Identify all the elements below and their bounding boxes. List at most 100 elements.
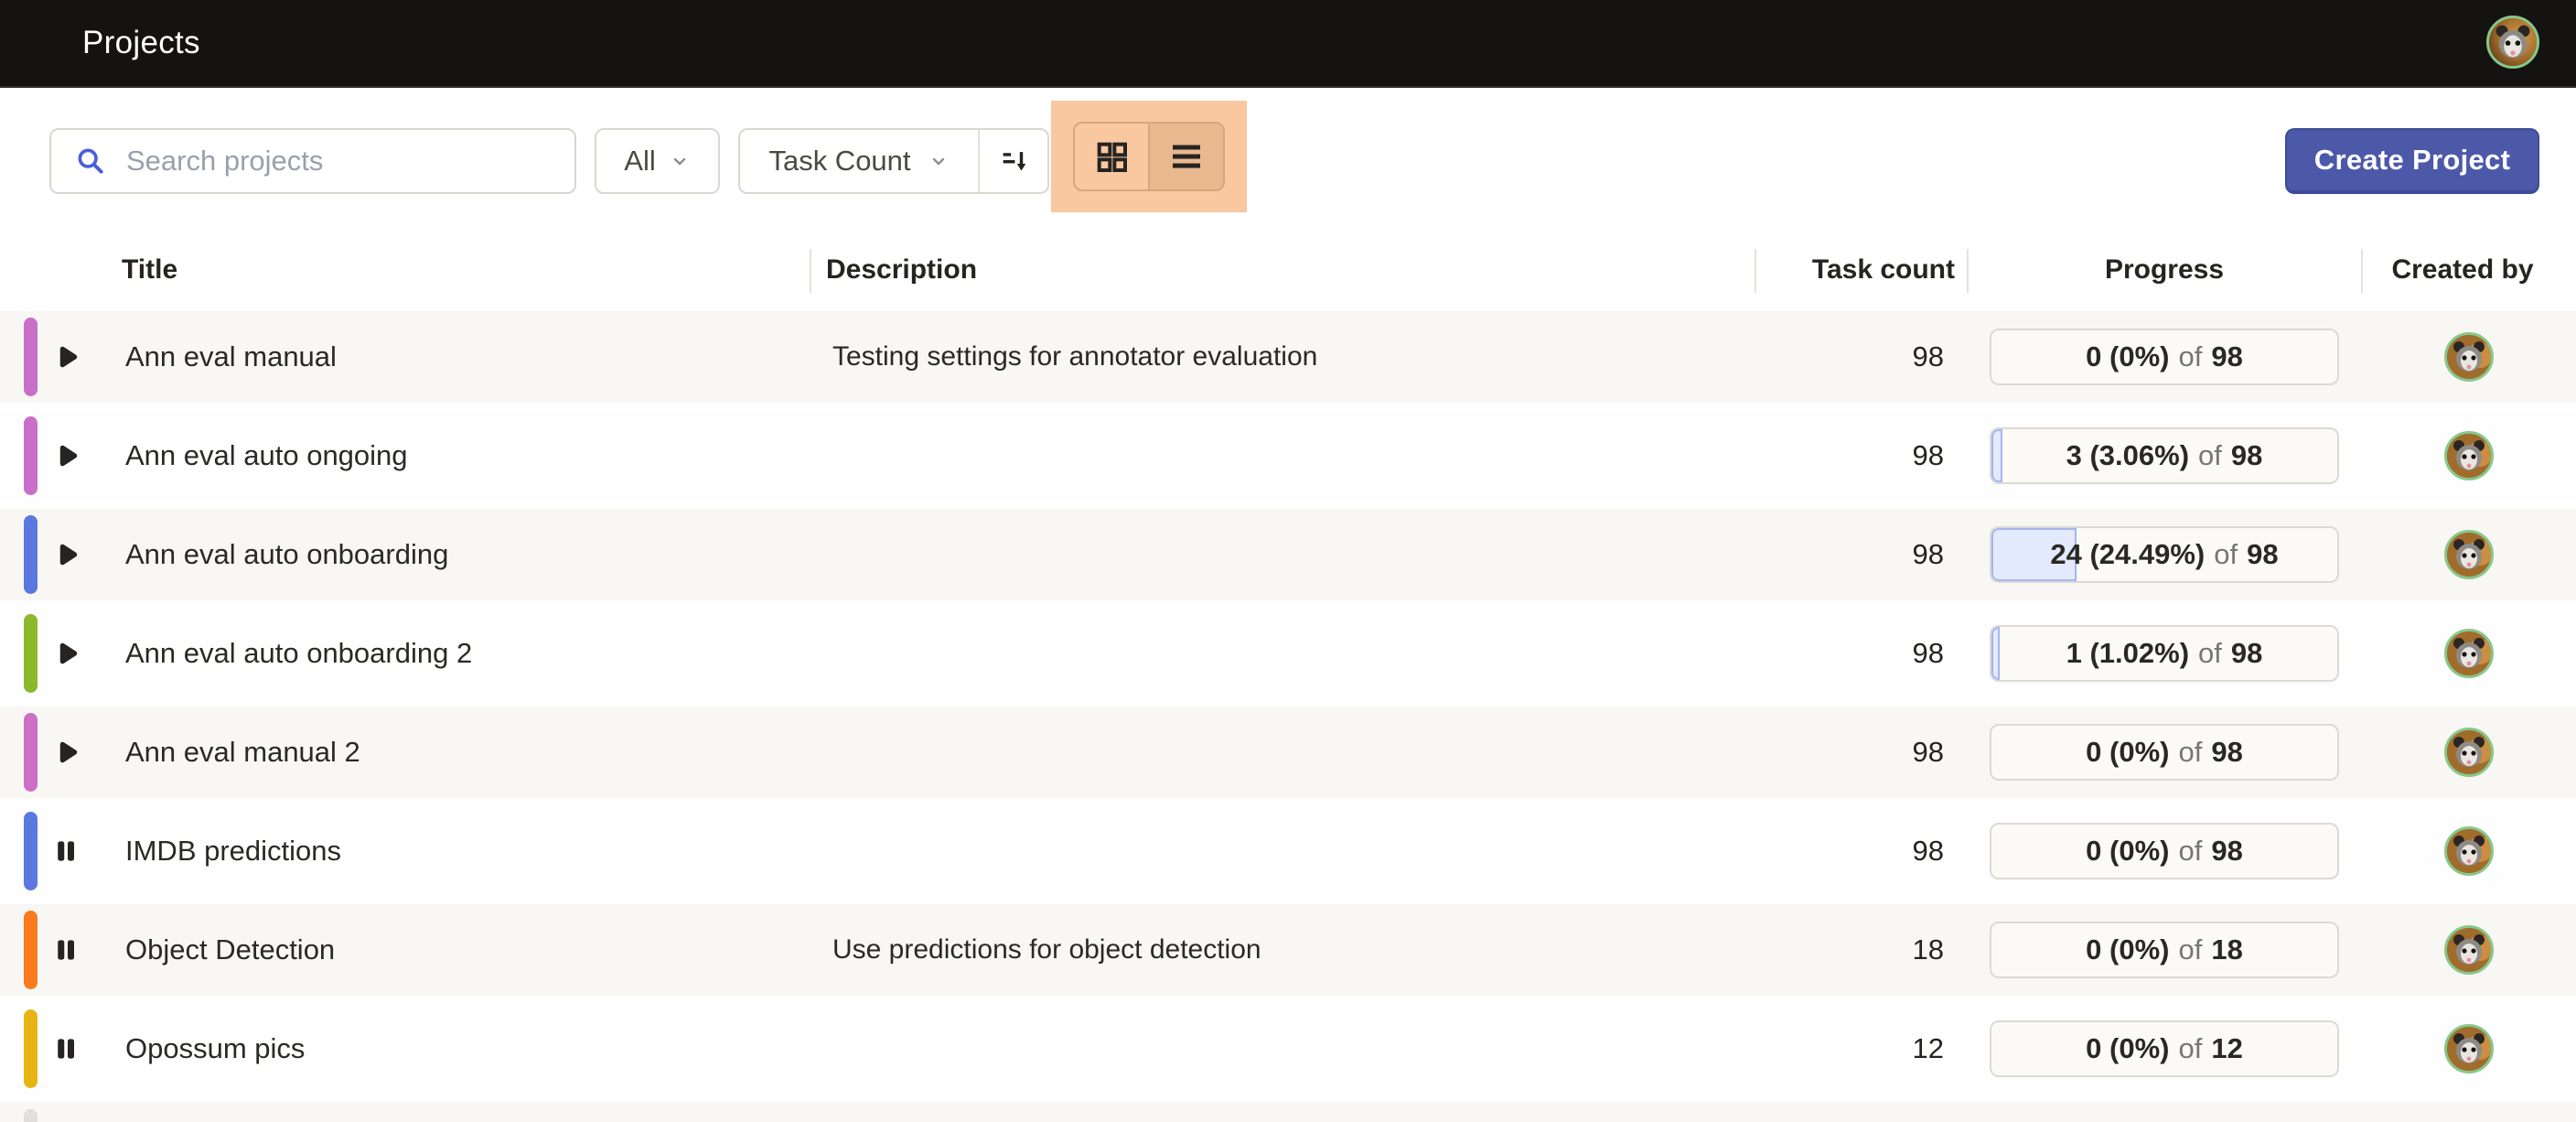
progress-text: 0 (0%) of 98	[1991, 825, 2337, 878]
creator-avatar[interactable]	[2444, 925, 2494, 975]
creator-avatar[interactable]	[2444, 826, 2494, 876]
play-icon	[52, 343, 80, 371]
progress-total: 98	[2211, 736, 2242, 769]
project-row-card: Opossum pics 12 0 (0%) of 12	[0, 1003, 2576, 1095]
creator-avatar[interactable]	[2444, 332, 2494, 382]
progress-done: 0 (0%)	[2086, 736, 2169, 769]
task-count-value: 98	[1816, 736, 1944, 769]
grid-view-button[interactable]	[1075, 124, 1148, 189]
progress-text: 1 (1.02%) of 98	[1991, 627, 2337, 680]
topbar: Projects	[0, 0, 2576, 88]
search-input[interactable]	[126, 145, 556, 178]
task-count-value: 12	[1816, 1032, 1944, 1065]
project-title[interactable]: Ann eval manual	[125, 340, 337, 373]
creator-avatar[interactable]	[2444, 629, 2494, 678]
play-icon	[52, 442, 80, 469]
project-status	[46, 608, 86, 699]
search-icon	[75, 146, 106, 177]
creator-avatar[interactable]	[2444, 728, 2494, 777]
project-title[interactable]: IMDB predictions	[125, 835, 341, 868]
creator-avatar[interactable]	[2444, 1024, 2494, 1073]
progress-text: 0 (0%) of 98	[1991, 330, 2337, 383]
project-status	[46, 311, 86, 403]
column-divider	[810, 249, 811, 293]
progress-pill: 0 (0%) of 98	[1990, 823, 2339, 879]
project-status	[46, 707, 86, 798]
project-row[interactable]: Ann eval manual 2 98 0 (0%) of 98	[0, 703, 2576, 802]
opossum-avatar-image	[2447, 533, 2491, 577]
projects-page: Projects All	[0, 0, 2576, 1122]
project-color-bar	[24, 812, 38, 890]
sort-descending-icon	[998, 146, 1029, 177]
progress-text: 24 (24.49%) of 98	[1991, 528, 2337, 581]
create-project-button[interactable]: Create Project	[2285, 128, 2539, 194]
project-color-bar	[24, 911, 38, 989]
project-color-bar	[24, 515, 38, 594]
list-view-icon	[1168, 138, 1205, 175]
sort-control-group: Task Count	[738, 128, 1049, 194]
project-row[interactable]: Ann eval manual Testing settings for ann…	[0, 307, 2576, 406]
chevron-down-icon	[928, 150, 950, 172]
project-row-card: Ann eval auto onboarding 2 98 1 (1.02%) …	[0, 608, 2576, 699]
project-row-card: Ann eval manual Testing settings for ann…	[0, 311, 2576, 403]
column-header-progress: Progress	[2077, 254, 2252, 286]
sort-field-label: Task Count	[768, 145, 910, 178]
play-icon	[52, 640, 80, 667]
view-toggle	[1073, 122, 1225, 191]
project-row-partial[interactable]	[0, 1102, 2576, 1122]
progress-done: 0 (0%)	[2086, 1032, 2169, 1065]
column-header-title: Title	[122, 254, 177, 286]
project-row[interactable]: IMDB predictions 98 0 (0%) of 98	[0, 802, 2576, 901]
opossum-avatar-image	[2447, 631, 2491, 675]
project-title[interactable]: Ann eval manual 2	[125, 736, 360, 769]
progress-of-label: of	[2178, 736, 2202, 769]
column-divider	[1967, 249, 1969, 293]
opossum-avatar-image	[2447, 434, 2491, 478]
project-row[interactable]: Ann eval auto ongoing 98 3 (3.06%) of 98	[0, 406, 2576, 505]
progress-of-label: of	[2198, 439, 2222, 472]
column-header-created-by: Created by	[2382, 254, 2543, 286]
progress-pill: 0 (0%) of 98	[1990, 329, 2339, 385]
progress-text: 0 (0%) of 98	[1991, 726, 2337, 779]
project-description: Use predictions for object detection	[832, 934, 1261, 966]
task-count-value: 18	[1816, 933, 1944, 966]
list-view-button[interactable]	[1148, 124, 1223, 189]
project-status	[46, 805, 86, 897]
opossum-avatar-image	[2489, 18, 2537, 66]
progress-total: 98	[2211, 835, 2242, 868]
project-title[interactable]: Ann eval auto ongoing	[125, 439, 408, 472]
project-row-card: Object Detection Use predictions for obj…	[0, 904, 2576, 996]
project-row[interactable]: Opossum pics 12 0 (0%) of 12	[0, 999, 2576, 1098]
progress-pill: 0 (0%) of 18	[1990, 922, 2339, 978]
opossum-avatar-image	[2447, 928, 2491, 972]
sort-direction-button[interactable]	[980, 130, 1047, 192]
progress-pill: 1 (1.02%) of 98	[1990, 625, 2339, 682]
project-row-card: IMDB predictions 98 0 (0%) of 98	[0, 805, 2576, 897]
chevron-down-icon	[669, 150, 691, 172]
project-color-bar	[24, 416, 38, 495]
project-row[interactable]: Object Detection Use predictions for obj…	[0, 901, 2576, 999]
progress-text: 3 (3.06%) of 98	[1991, 429, 2337, 482]
sort-field-dropdown[interactable]: Task Count	[740, 130, 980, 192]
project-title[interactable]: Ann eval auto onboarding	[125, 538, 448, 571]
project-row[interactable]: Ann eval auto onboarding 2 98 1 (1.02%) …	[0, 604, 2576, 703]
creator-avatar[interactable]	[2444, 530, 2494, 579]
task-count-value: 98	[1816, 637, 1944, 670]
project-status	[46, 904, 86, 996]
page-title: Projects	[82, 25, 200, 61]
project-color-bar	[24, 318, 38, 396]
project-title[interactable]: Opossum pics	[125, 1032, 305, 1065]
filter-dropdown-label: All	[624, 145, 655, 178]
task-count-value: 98	[1816, 340, 1944, 373]
progress-done: 0 (0%)	[2086, 933, 2169, 966]
creator-avatar[interactable]	[2444, 431, 2494, 480]
progress-total: 98	[2231, 439, 2262, 472]
progress-of-label: of	[2214, 538, 2238, 571]
project-row[interactable]: Ann eval auto onboarding 98 24 (24.49%) …	[0, 505, 2576, 604]
play-icon	[52, 541, 80, 568]
user-avatar[interactable]	[2486, 16, 2539, 69]
filter-dropdown[interactable]: All	[595, 128, 720, 194]
opossum-avatar-image	[2447, 730, 2491, 774]
project-title[interactable]: Object Detection	[125, 933, 335, 966]
project-title[interactable]: Ann eval auto onboarding 2	[125, 637, 472, 670]
